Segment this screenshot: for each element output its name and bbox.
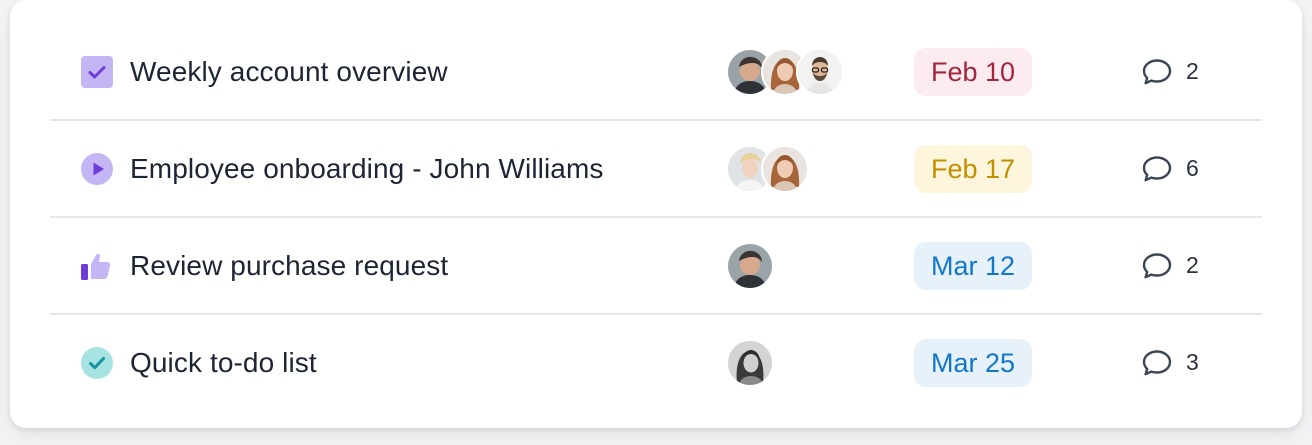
thumbs-up-icon[interactable] <box>80 249 114 283</box>
comments-button[interactable]: 6 <box>1140 151 1199 185</box>
task-title[interactable]: Review purchase request <box>130 249 448 283</box>
assignee-avatars[interactable] <box>726 339 774 387</box>
comment-count: 3 <box>1186 348 1199 375</box>
due-date-badge[interactable]: Feb 17 <box>914 145 1033 193</box>
purple-checkbox-icon[interactable] <box>80 55 114 89</box>
due-date-badge[interactable]: Mar 12 <box>914 242 1033 290</box>
comment-bubble-icon <box>1140 54 1174 88</box>
comment-count: 2 <box>1186 57 1199 84</box>
comment-bubble-icon <box>1140 345 1174 379</box>
task-row[interactable]: Review purchase request Mar 12 2 <box>50 218 1262 315</box>
comment-bubble-icon <box>1140 151 1174 185</box>
due-date-badge[interactable]: Feb 10 <box>914 48 1033 96</box>
task-list: Weekly account overview Feb 10 2 Employe… <box>50 24 1262 410</box>
task-row[interactable]: Quick to-do list Mar 25 3 <box>50 315 1262 410</box>
comment-count: 6 <box>1186 154 1199 181</box>
avatar-man-dark-hair[interactable] <box>726 242 774 290</box>
play-circle-icon[interactable] <box>80 152 114 186</box>
avatar-woman-auburn-hair[interactable] <box>761 145 809 193</box>
avatar-woman-grayscale[interactable] <box>726 339 774 387</box>
assignee-avatars[interactable] <box>726 242 774 290</box>
task-row[interactable]: Employee onboarding - John Williams Feb … <box>50 121 1262 218</box>
task-title[interactable]: Quick to-do list <box>130 346 317 380</box>
comments-button[interactable]: 3 <box>1140 345 1199 379</box>
task-list-card: Weekly account overview Feb 10 2 Employe… <box>10 0 1302 428</box>
comments-button[interactable]: 2 <box>1140 248 1199 282</box>
task-title[interactable]: Employee onboarding - John Williams <box>130 152 604 186</box>
task-title[interactable]: Weekly account overview <box>130 55 448 89</box>
due-date-badge[interactable]: Mar 25 <box>914 339 1033 387</box>
assignee-avatars[interactable] <box>726 145 809 193</box>
task-row[interactable]: Weekly account overview Feb 10 2 <box>50 24 1262 121</box>
comment-count: 2 <box>1186 251 1199 278</box>
teal-check-circle-icon[interactable] <box>80 346 114 380</box>
assignee-avatars[interactable] <box>726 48 844 96</box>
comments-button[interactable]: 2 <box>1140 54 1199 88</box>
comment-bubble-icon <box>1140 248 1174 282</box>
avatar-man-glasses-beard[interactable] <box>796 48 844 96</box>
